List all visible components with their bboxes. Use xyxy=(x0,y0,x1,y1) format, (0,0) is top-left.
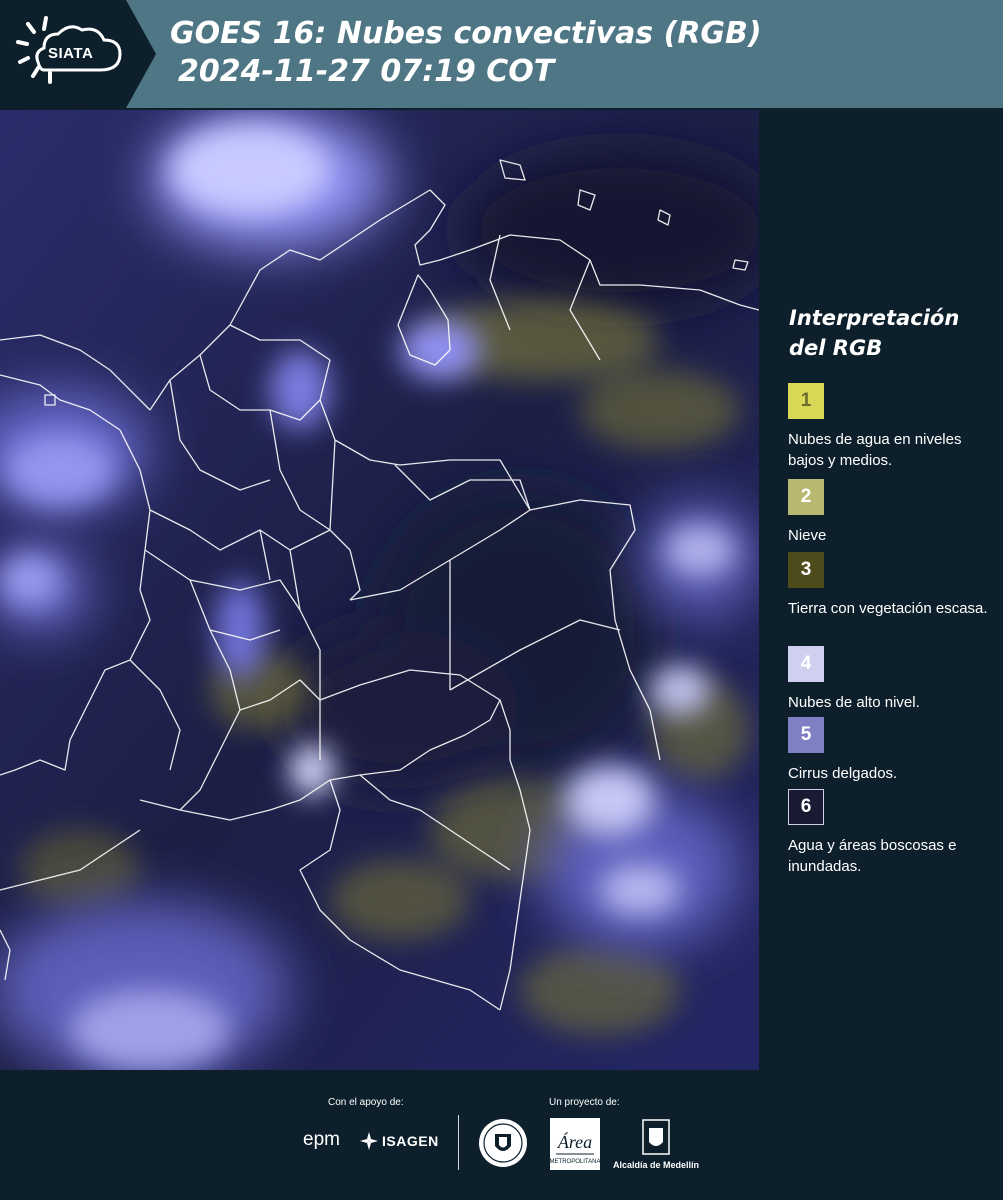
footer: Con el apoyo de: Un proyecto de: epm ISA… xyxy=(0,1070,1003,1200)
legend-swatch-1: 1 xyxy=(788,383,824,419)
alcaldia-medellin-logo: Alcaldía de Medellín xyxy=(613,1118,699,1172)
legend-swatch-5: 5 xyxy=(788,717,824,753)
legend-item-5: 5 Cirrus delgados. xyxy=(788,717,998,784)
svg-text:METROPOLITANA: METROPOLITANA xyxy=(550,1159,600,1165)
legend-item-2: 2 Nieve xyxy=(788,479,998,546)
legend-label-1: Nubes de agua en niveles bajos y medios. xyxy=(788,431,962,469)
project-label: Un proyecto de: xyxy=(549,1097,620,1108)
page-title: GOES 16: Nubes convectivas (RGB) xyxy=(170,16,762,51)
legend-title: Interpretación del RGB xyxy=(789,306,960,360)
legend-item-4: 4 Nubes de alto nivel. xyxy=(788,646,998,713)
legend-swatch-4: 4 xyxy=(788,646,824,682)
legend-label-5: Cirrus delgados. xyxy=(788,765,898,782)
siata-logo-text: SIATA xyxy=(48,45,94,62)
legend-label-3: Tierra con vegetación escasa. xyxy=(788,600,988,617)
legend-swatch-6: 6 xyxy=(788,789,824,825)
isagen-logo-text: ISAGEN xyxy=(382,1133,439,1149)
legend-label-6: Agua y áreas boscosas e inundadas. xyxy=(788,837,957,875)
footer-divider xyxy=(458,1115,459,1170)
legend-swatch-3: 3 xyxy=(788,552,824,588)
isagen-logo: ISAGEN xyxy=(360,1132,439,1150)
legend-item-1: 1 Nubes de agua en niveles bajos y medio… xyxy=(788,383,998,471)
siata-logo: SIATA xyxy=(0,0,156,108)
area-metropolitana-logo: Área METROPOLITANA xyxy=(550,1118,600,1170)
legend-label-2: Nieve xyxy=(788,527,827,544)
legend-item-3: 3 Tierra con vegetación escasa. xyxy=(788,552,998,619)
legend-item-6: 6 Agua y áreas boscosas e inundadas. xyxy=(788,789,998,877)
legend-swatch-2: 2 xyxy=(788,479,824,515)
rgb-legend-panel: Interpretación del RGB 1 Nubes de agua e… xyxy=(768,110,1003,1070)
svg-text:Área: Área xyxy=(557,1131,592,1152)
epm-logo: epm xyxy=(303,1129,340,1150)
satellite-map xyxy=(0,110,759,1070)
medellin-seal-logo xyxy=(478,1118,528,1172)
isagen-star-icon xyxy=(360,1132,378,1150)
page-subtitle-datetime: 2024-11-27 07:19 COT xyxy=(178,54,555,89)
legend-label-4: Nubes de alto nivel. xyxy=(788,694,920,711)
alcaldia-logo-text: Alcaldía de Medellín xyxy=(613,1160,700,1170)
header-bar: SIATA GOES 16: Nubes convectivas (RGB) 2… xyxy=(0,0,1003,108)
support-label: Con el apoyo de: xyxy=(328,1097,404,1108)
